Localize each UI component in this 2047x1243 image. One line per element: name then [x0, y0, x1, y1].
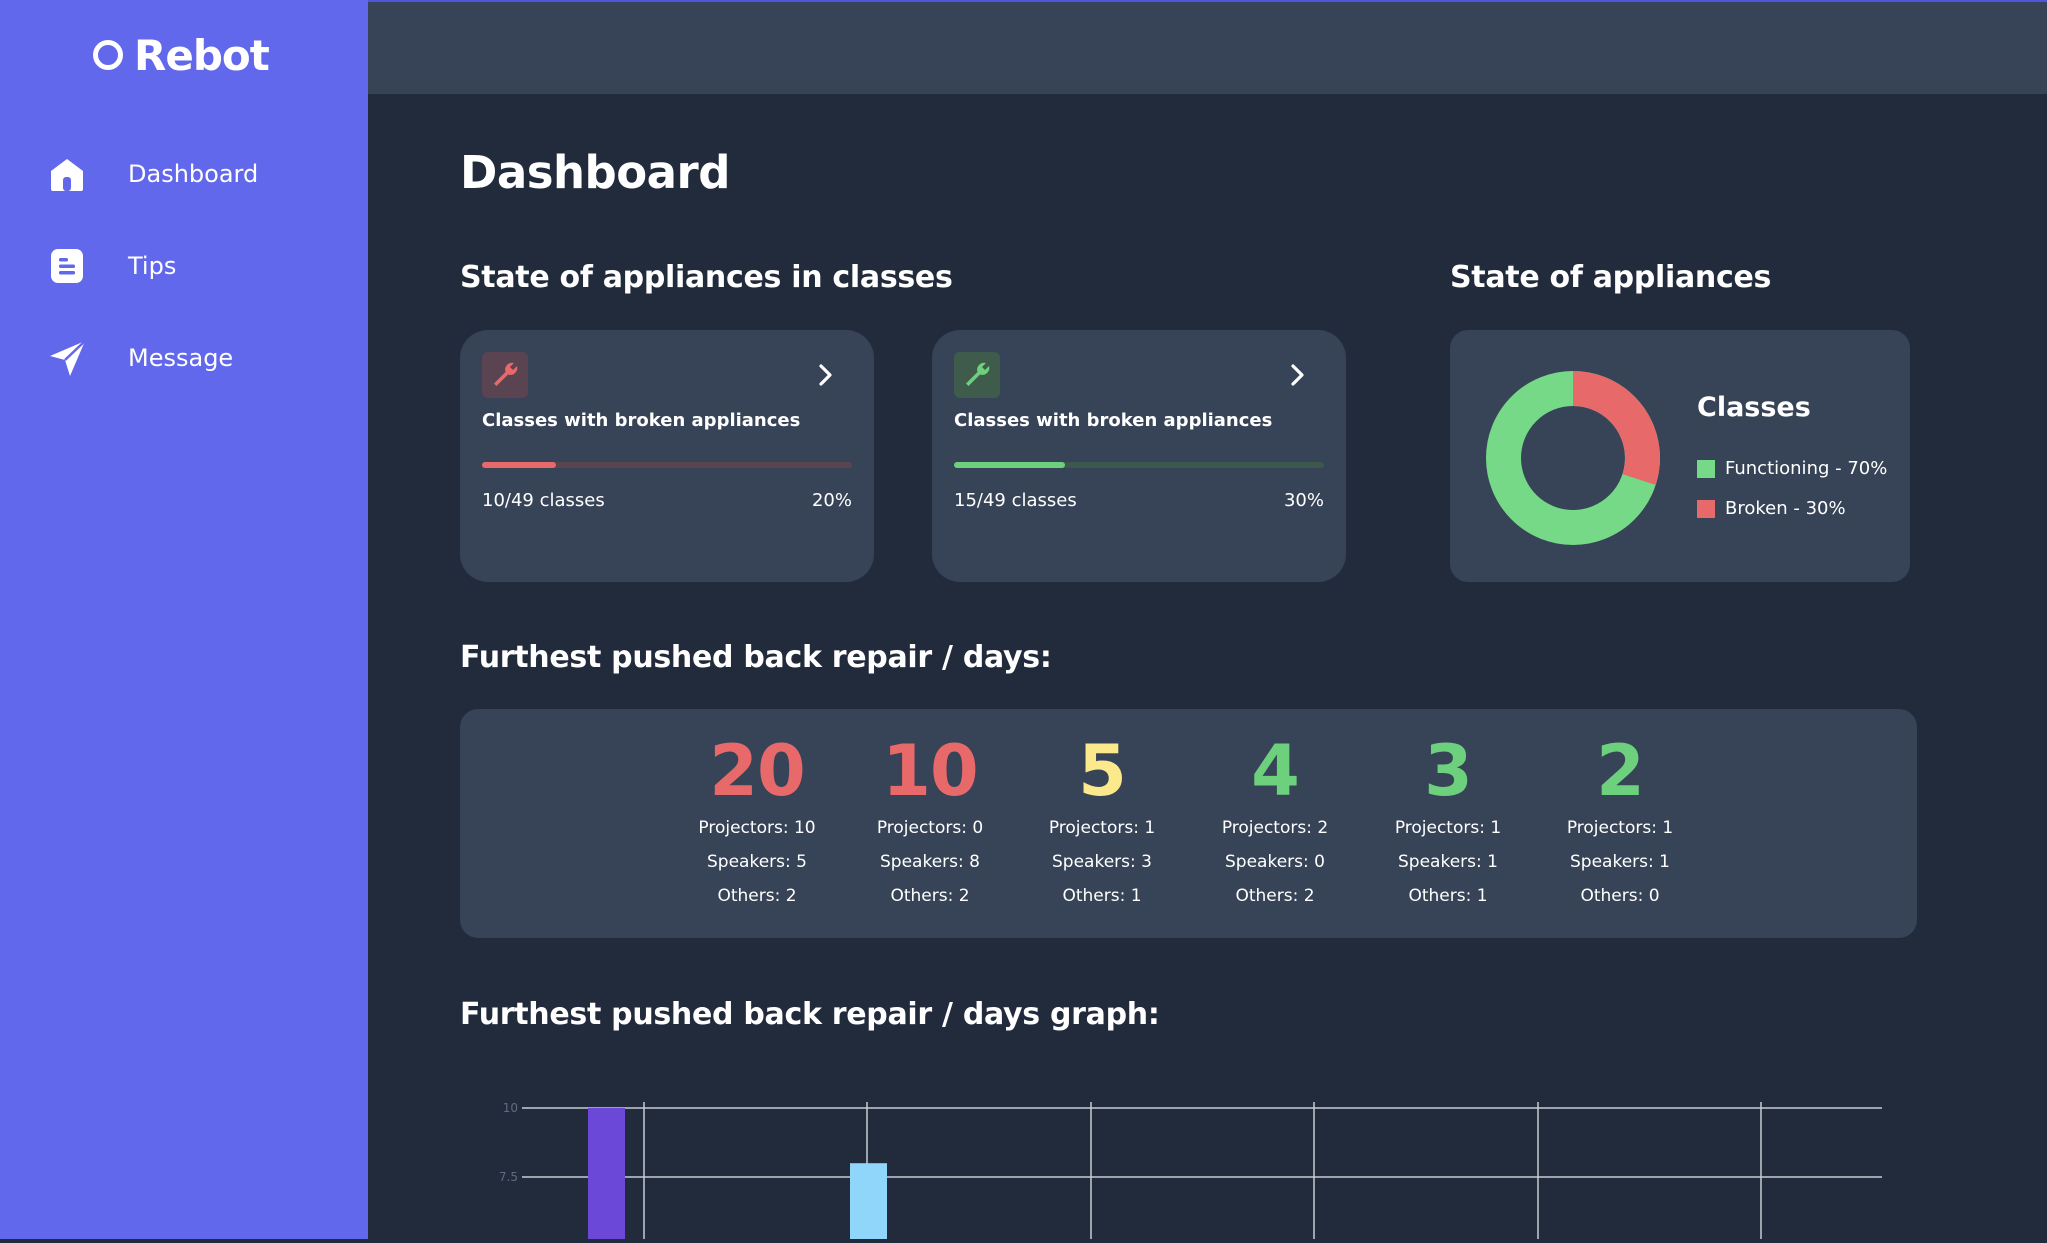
class-percent: 30% — [1283, 490, 1324, 511]
legend-title: Classes — [1697, 392, 1811, 423]
others-count: Others: 2 — [1235, 886, 1315, 906]
card-label: Classes with broken appliances — [482, 410, 801, 431]
projectors-count: Projectors: 0 — [876, 818, 984, 838]
repair-bar-chart: 10 7.5 — [460, 1080, 1917, 1239]
others-count: Others: 2 — [890, 886, 970, 906]
sidebar-item-tips[interactable]: Tips — [48, 244, 176, 288]
sidebar: Rebot Dashboard Tips Message — [0, 0, 368, 1239]
class-count: 10/49 classes — [482, 490, 605, 511]
repair-column: 4 Projectors: 2 Speakers: 0 Others: 2 — [1195, 709, 1355, 913]
document-icon — [48, 247, 86, 285]
stat-card-broken-1[interactable]: Classes with broken appliances 10/49 cla… — [460, 330, 874, 582]
brand-logo[interactable]: Rebot — [93, 30, 270, 80]
stat-card-broken-2[interactable]: Classes with broken appliances 15/49 cla… — [932, 330, 1346, 582]
home-icon — [48, 155, 86, 193]
top-bar — [368, 2, 2047, 94]
y-tick-label: 10 — [503, 1101, 518, 1115]
sidebar-item-label: Tips — [128, 252, 177, 280]
chevron-right-icon[interactable] — [812, 362, 838, 388]
paper-plane-icon — [48, 339, 86, 377]
projectors-count: Projectors: 2 — [1221, 818, 1329, 838]
speakers-count: Speakers: 0 — [1225, 852, 1325, 872]
sidebar-item-label: Dashboard — [128, 160, 259, 188]
others-count: Others: 0 — [1580, 886, 1660, 906]
sidebar-item-message[interactable]: Message — [48, 336, 233, 380]
repair-column: 3 Projectors: 1 Speakers: 1 Others: 1 — [1368, 709, 1528, 913]
icon-tile — [954, 352, 1000, 398]
repair-days: 3 — [1424, 730, 1473, 812]
sidebar-item-dashboard[interactable]: Dashboard — [48, 152, 258, 196]
section-title-graph: Furthest pushed back repair / days graph… — [460, 997, 1160, 1032]
repair-days: 20 — [709, 730, 805, 812]
chart-bar-0 — [588, 1108, 625, 1239]
legend-swatch — [1697, 499, 1715, 518]
repair-days: 10 — [882, 730, 978, 812]
speakers-count: Speakers: 3 — [1052, 852, 1152, 872]
progress-track — [954, 462, 1324, 468]
section-title-repair: Furthest pushed back repair / days: — [460, 640, 1052, 675]
legend-item-broken: Broken - 30% — [1697, 498, 1846, 519]
appliances-donut-card: Classes Functioning - 70% Broken - 30% — [1450, 330, 1910, 582]
legend-swatch — [1697, 459, 1715, 478]
projectors-count: Projectors: 1 — [1048, 818, 1156, 838]
progress-fill — [954, 462, 1065, 468]
chevron-right-icon[interactable] — [1284, 362, 1310, 388]
logo-ring-icon — [93, 40, 123, 70]
section-title-classes: State of appliances in classes — [460, 260, 953, 295]
wrench-icon — [966, 362, 990, 386]
repair-days: 5 — [1078, 730, 1127, 812]
card-label: Classes with broken appliances — [954, 410, 1273, 431]
bar-chart-svg: 10 7.5 — [499, 1101, 1882, 1239]
projectors-count: Projectors: 10 — [698, 818, 816, 838]
chart-bar-1 — [850, 1163, 887, 1239]
brand-name: Rebot — [134, 30, 270, 80]
projectors-count: Projectors: 1 — [1394, 818, 1502, 838]
class-percent: 20% — [811, 490, 852, 511]
donut-chart — [1486, 371, 1660, 545]
legend-item-functioning: Functioning - 70% — [1697, 458, 1887, 479]
speakers-count: Speakers: 5 — [707, 852, 807, 872]
repair-column: 5 Projectors: 1 Speakers: 3 Others: 1 — [1022, 709, 1182, 913]
repair-days: 4 — [1251, 730, 1300, 812]
speakers-count: Speakers: 1 — [1398, 852, 1498, 872]
icon-tile — [482, 352, 528, 398]
y-tick-label: 7.5 — [499, 1170, 518, 1184]
repair-column: 10 Projectors: 0 Speakers: 8 Others: 2 — [850, 709, 1010, 913]
wrench-icon — [494, 362, 518, 386]
class-count: 15/49 classes — [954, 490, 1077, 511]
section-title-appliances: State of appliances — [1450, 260, 1772, 295]
projectors-count: Projectors: 1 — [1566, 818, 1674, 838]
sidebar-item-label: Message — [128, 344, 234, 372]
speakers-count: Speakers: 1 — [1570, 852, 1670, 872]
repair-summary-card: 20 Projectors: 10 Speakers: 5 Others: 2 … — [460, 709, 1917, 938]
legend-label: Broken - 30% — [1725, 498, 1846, 519]
repair-days: 2 — [1596, 730, 1645, 812]
repair-column: 2 Projectors: 1 Speakers: 1 Others: 0 — [1540, 709, 1700, 913]
page-title: Dashboard — [460, 146, 730, 199]
others-count: Others: 1 — [1408, 886, 1488, 906]
legend-label: Functioning - 70% — [1725, 458, 1888, 479]
speakers-count: Speakers: 8 — [880, 852, 980, 872]
others-count: Others: 1 — [1062, 886, 1142, 906]
progress-track — [482, 462, 852, 468]
others-count: Others: 2 — [717, 886, 797, 906]
repair-column: 20 Projectors: 10 Speakers: 5 Others: 2 — [677, 709, 837, 913]
progress-fill — [482, 462, 556, 468]
